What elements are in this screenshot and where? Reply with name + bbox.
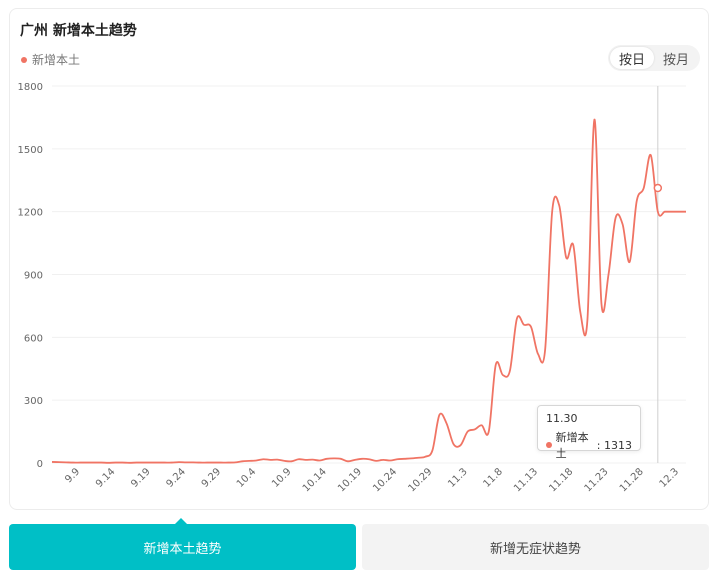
chart-tooltip: 11.30 新增本土: 1313 (537, 405, 641, 460)
x-tick-label: 11.8 (481, 466, 505, 490)
tab-asymptomatic-trend[interactable]: 新增无症状趋势 (362, 524, 709, 570)
x-tick-label: 10.4 (235, 466, 259, 490)
x-tick-label: 9.14 (94, 466, 118, 490)
tooltip-dot (546, 442, 552, 448)
x-tick-label: 10.29 (406, 466, 434, 494)
y-tick-label: 1500 (18, 145, 43, 156)
y-tick-label: 600 (24, 333, 43, 344)
tab-local-trend-label: 新增本土趋势 (143, 541, 222, 557)
tab-asymptomatic-trend-label: 新增无症状趋势 (489, 541, 581, 557)
tooltip-series-label: 新增本土 (555, 431, 589, 460)
trend-tabs: 新增本土趋势 新增无症状趋势 (9, 518, 709, 570)
y-tick-label: 0 (37, 459, 43, 470)
x-tick-label: 10.14 (301, 466, 329, 494)
x-tick-label: 9.9 (63, 466, 82, 485)
x-tick-label: 9.29 (200, 466, 224, 490)
x-tick-label: 12.3 (658, 466, 682, 490)
active-tab-pointer (175, 518, 187, 524)
x-tick-label: 9.24 (164, 466, 188, 490)
x-tick-label: 11.13 (512, 466, 540, 494)
y-tick-label: 300 (24, 396, 43, 407)
x-tick-label: 11.18 (547, 466, 575, 494)
tooltip-date: 11.30 (546, 412, 578, 425)
tooltip-value: 1313 (604, 438, 632, 452)
x-tick-label: 11.28 (618, 466, 646, 494)
y-tick-label: 1800 (18, 82, 43, 93)
x-tick-label: 10.24 (371, 466, 399, 494)
tab-local-trend[interactable]: 新增本土趋势 (9, 518, 356, 570)
x-tick-label: 10.9 (270, 466, 294, 490)
highlight-point (653, 183, 663, 193)
x-tick-label: 11.3 (446, 466, 470, 490)
x-tick-label: 11.23 (583, 466, 611, 494)
y-tick-label: 1200 (18, 208, 43, 219)
x-tick-label: 10.19 (336, 466, 364, 494)
x-tick-label: 9.19 (129, 466, 153, 490)
y-tick-label: 900 (24, 271, 43, 282)
